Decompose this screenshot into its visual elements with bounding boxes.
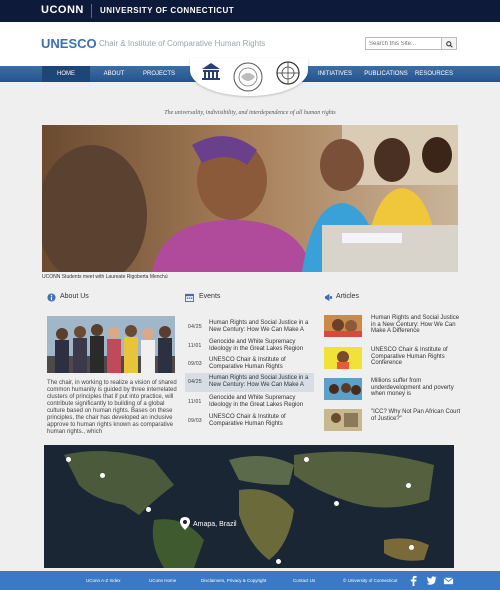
twitter-icon[interactable] bbox=[426, 575, 437, 586]
email-icon[interactable] bbox=[443, 575, 454, 586]
nav-resources[interactable]: RESOURCES bbox=[412, 66, 456, 82]
about-photo bbox=[47, 316, 175, 373]
megaphone-icon bbox=[324, 293, 333, 302]
map-pin[interactable] bbox=[100, 473, 105, 478]
article-title[interactable]: "ICC? Why Not Pan African Court of Justi… bbox=[371, 409, 461, 422]
article-title[interactable]: UNESCO Chair & Institute of Comparative … bbox=[371, 347, 461, 367]
event-item[interactable]: 11/01 Genocide and White Supremacy Ideol… bbox=[185, 393, 314, 412]
articles-title: Articles bbox=[336, 293, 359, 300]
institute-seal-icon[interactable] bbox=[232, 61, 264, 93]
map-pin[interactable] bbox=[276, 559, 281, 564]
event-item[interactable]: 09/03 UNESCO Chair & Institute of Compar… bbox=[185, 355, 314, 374]
event-date: 11/01 bbox=[188, 399, 202, 405]
site-footer: UConn A-Z Index UConn Home Disclaimers, … bbox=[0, 571, 500, 590]
uconn-topbar: UCONN UNIVERSITY OF CONNECTICUT bbox=[0, 0, 500, 22]
un-globe-icon[interactable] bbox=[276, 61, 300, 85]
search-button[interactable] bbox=[441, 37, 457, 50]
event-date: 09/03 bbox=[188, 361, 203, 367]
article-thumbnail[interactable] bbox=[324, 315, 362, 337]
article-thumbnail[interactable] bbox=[324, 378, 362, 400]
events-title: Events bbox=[199, 293, 221, 300]
article-thumbnail[interactable] bbox=[324, 347, 362, 369]
nav-projects[interactable]: PROJECTS bbox=[138, 66, 180, 82]
event-item[interactable]: 09/03 UNESCO Chair & Institute of Compar… bbox=[185, 412, 314, 431]
map-pin[interactable] bbox=[406, 483, 411, 488]
event-date: 11/01 bbox=[188, 343, 202, 349]
map-location-label: Amapa, Brazil bbox=[193, 521, 237, 528]
unesco-temple-icon[interactable] bbox=[200, 61, 222, 81]
search-input[interactable] bbox=[365, 37, 442, 50]
event-title[interactable]: UNESCO Chair & Institute of Comparative … bbox=[209, 357, 313, 370]
calendar-icon bbox=[185, 293, 194, 302]
event-title[interactable]: UNESCO Chair & Institute of Comparative … bbox=[209, 414, 313, 427]
hero-image bbox=[42, 125, 458, 272]
event-title[interactable]: Genocide and White Supremacy Ideology in… bbox=[209, 339, 313, 352]
event-date: 04/25 bbox=[188, 324, 203, 330]
facebook-icon[interactable] bbox=[408, 575, 419, 586]
article-title[interactable]: Millions suffer from underdevelopment an… bbox=[371, 378, 461, 398]
footer-link-home[interactable]: UConn Home bbox=[149, 578, 176, 583]
event-item[interactable]: 04/25 Human Rights and Social Justice in… bbox=[185, 318, 314, 337]
footer-link-contact[interactable]: Contact Us bbox=[293, 578, 315, 583]
event-item-highlighted[interactable]: 04/25 Human Rights and Social Justice in… bbox=[185, 373, 314, 392]
info-icon bbox=[47, 293, 56, 302]
nav-initiatives[interactable]: INITIATIVES bbox=[310, 66, 360, 82]
event-title[interactable]: Human Rights and Social Justice in a New… bbox=[209, 375, 313, 388]
map-pin[interactable] bbox=[66, 457, 71, 462]
site-tagline: The universality, indivisibility, and in… bbox=[164, 110, 336, 116]
event-date: 09/03 bbox=[188, 418, 203, 424]
article-thumbnail[interactable] bbox=[324, 409, 362, 431]
map-pin[interactable] bbox=[334, 501, 339, 506]
search-icon bbox=[445, 41, 453, 48]
map-pin[interactable] bbox=[409, 545, 414, 550]
about-text: The chair, in working to realize a visio… bbox=[47, 380, 177, 435]
event-date: 04/25 bbox=[188, 379, 203, 385]
nav-publications[interactable]: PUBLICATIONS bbox=[361, 66, 411, 82]
event-title[interactable]: Human Rights and Social Justice in a New… bbox=[209, 320, 313, 333]
footer-link-az-index[interactable]: UConn A-Z Index bbox=[86, 578, 121, 583]
event-title[interactable]: Genocide and White Supremacy Ideology in… bbox=[209, 395, 313, 408]
map-pin[interactable] bbox=[146, 507, 151, 512]
site-brand[interactable]: UNESCO bbox=[41, 36, 97, 51]
nav-home[interactable]: HOME bbox=[42, 66, 90, 82]
emblem-crest bbox=[190, 58, 308, 96]
site-subtitle: Chair & Institute of Comparative Human R… bbox=[99, 39, 266, 48]
map-marker-icon[interactable] bbox=[180, 517, 190, 530]
hero-caption: UCONN Students meet with Laureate Rigobe… bbox=[42, 274, 168, 280]
footer-copyright: © University of Connecticut bbox=[343, 578, 398, 583]
about-title: About Us bbox=[60, 293, 89, 300]
uconn-logo[interactable]: UCONN bbox=[41, 4, 84, 16]
world-map[interactable] bbox=[44, 445, 454, 568]
footer-link-disclaimers[interactable]: Disclaimers, Privacy & Copyright bbox=[201, 578, 266, 583]
event-item[interactable]: 11/01 Genocide and White Supremacy Ideol… bbox=[185, 337, 314, 356]
nav-about[interactable]: ABOUT bbox=[91, 66, 137, 82]
university-name[interactable]: UNIVERSITY OF CONNECTICUT bbox=[100, 6, 234, 15]
topbar-divider bbox=[91, 4, 92, 18]
map-pin[interactable] bbox=[304, 457, 309, 462]
article-title[interactable]: Human Rights and Social Justice in a New… bbox=[371, 315, 461, 335]
